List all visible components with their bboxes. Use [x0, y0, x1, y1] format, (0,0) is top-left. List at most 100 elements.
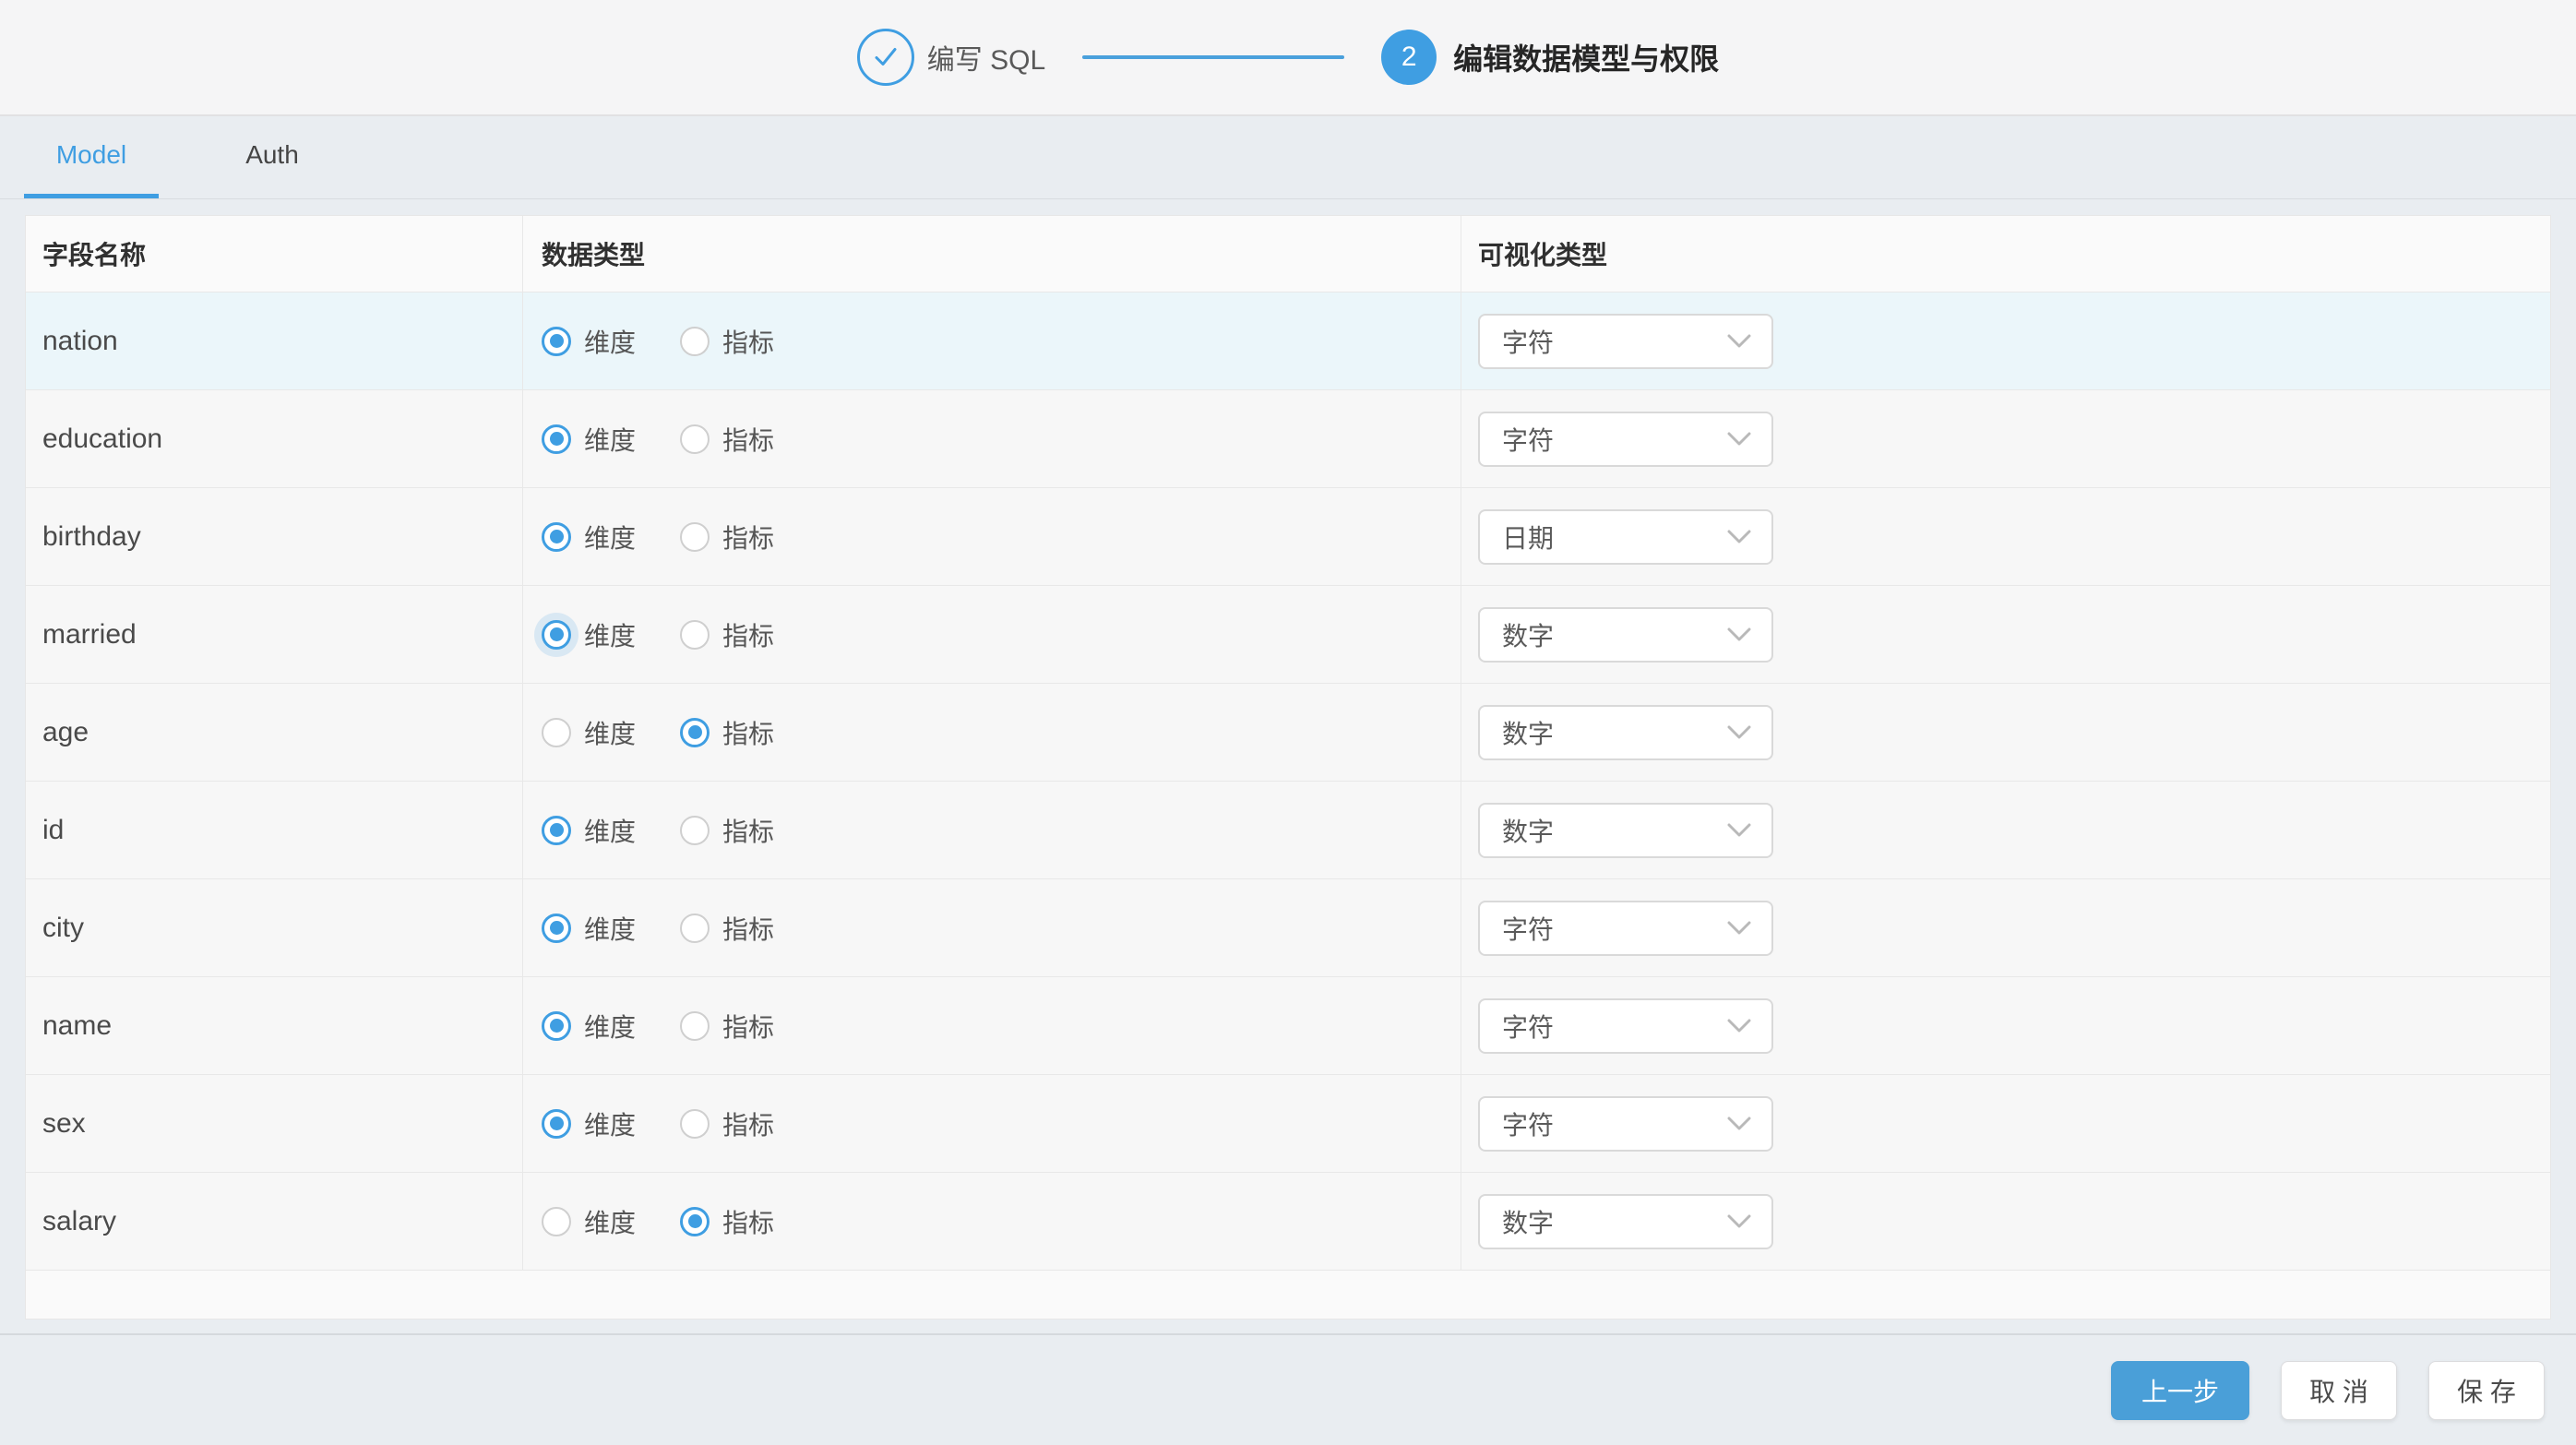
metric-radio-label: 指标	[722, 519, 774, 555]
dimension-radio-label: 维度	[584, 1105, 636, 1142]
field-name: birthday	[42, 521, 141, 553]
metric-radio-option[interactable]: 指标	[680, 519, 774, 555]
step-1-circle	[857, 29, 914, 86]
tab-auth[interactable]: Auth	[205, 116, 340, 198]
field-name-cell: city	[26, 879, 523, 976]
metric-radio-option[interactable]: 指标	[680, 1105, 774, 1142]
metric-radio-label: 指标	[722, 714, 774, 751]
viz-type-select[interactable]: 日期	[1478, 509, 1773, 565]
metric-radio-option[interactable]: 指标	[680, 714, 774, 751]
table-row: education 维度 指标 字符	[26, 390, 2550, 488]
step-header: 编写 SQL 2 编辑数据模型与权限	[0, 0, 2576, 116]
chevron-down-icon	[1727, 1214, 1751, 1228]
metric-radio[interactable]	[680, 522, 710, 552]
cancel-button[interactable]: 取 消	[2281, 1361, 2397, 1420]
dimension-radio-option[interactable]: 维度	[542, 421, 636, 458]
table-row: age 维度 指标 数字	[26, 684, 2550, 782]
metric-radio[interactable]	[680, 914, 710, 943]
metric-radio[interactable]	[680, 424, 710, 454]
viz-type-select[interactable]: 数字	[1478, 1194, 1773, 1249]
field-name: age	[42, 717, 89, 748]
metric-radio-option[interactable]: 指标	[680, 1008, 774, 1045]
dimension-radio[interactable]	[542, 718, 571, 747]
field-name-cell: sex	[26, 1075, 523, 1172]
metric-radio[interactable]	[680, 1109, 710, 1139]
step-2-current: 2 编辑数据模型与权限	[1381, 30, 1719, 85]
dimension-radio-option[interactable]: 维度	[542, 812, 636, 849]
chevron-down-icon	[1727, 432, 1751, 446]
viz-type-cell: 数字	[1461, 586, 2550, 683]
metric-radio-label: 指标	[722, 323, 774, 360]
metric-radio[interactable]	[680, 620, 710, 650]
dimension-radio-label: 维度	[584, 323, 636, 360]
metric-radio[interactable]	[680, 718, 710, 747]
data-type-cell: 维度 指标	[523, 293, 1461, 389]
metric-radio[interactable]	[680, 327, 710, 356]
data-type-cell: 维度 指标	[523, 1173, 1461, 1270]
metric-radio-option[interactable]: 指标	[680, 421, 774, 458]
dimension-radio[interactable]	[542, 1011, 571, 1041]
viz-type-select[interactable]: 字符	[1478, 314, 1773, 369]
viz-type-cell: 字符	[1461, 1075, 2550, 1172]
dimension-radio[interactable]	[542, 522, 571, 552]
metric-radio-label: 指标	[722, 421, 774, 458]
viz-type-select[interactable]: 字符	[1478, 412, 1773, 467]
dimension-radio-option[interactable]: 维度	[542, 910, 636, 947]
dimension-radio[interactable]	[542, 620, 571, 650]
table-row: sex 维度 指标 字符	[26, 1075, 2550, 1173]
viz-type-select-value: 字符	[1502, 421, 1554, 458]
metric-radio[interactable]	[680, 816, 710, 845]
data-type-cell: 维度 指标	[523, 879, 1461, 976]
data-type-cell: 维度 指标	[523, 1075, 1461, 1172]
viz-type-select-value: 字符	[1502, 910, 1554, 947]
previous-step-button[interactable]: 上一步	[2111, 1361, 2249, 1420]
dimension-radio-option[interactable]: 维度	[542, 1008, 636, 1045]
viz-type-select[interactable]: 字符	[1478, 998, 1773, 1054]
header-data-type-label: 数据类型	[542, 235, 645, 272]
viz-type-select[interactable]: 字符	[1478, 1096, 1773, 1152]
field-name: name	[42, 1010, 112, 1042]
metric-radio-option[interactable]: 指标	[680, 1203, 774, 1240]
metric-radio-option[interactable]: 指标	[680, 812, 774, 849]
dimension-radio[interactable]	[542, 914, 571, 943]
viz-type-cell: 字符	[1461, 879, 2550, 976]
tab-model[interactable]: Model	[24, 116, 159, 198]
viz-type-select[interactable]: 字符	[1478, 901, 1773, 956]
check-icon	[872, 46, 900, 68]
viz-type-select[interactable]: 数字	[1478, 705, 1773, 760]
field-name-cell: salary	[26, 1173, 523, 1270]
data-type-cell: 维度 指标	[523, 782, 1461, 878]
dimension-radio-option[interactable]: 维度	[542, 323, 636, 360]
metric-radio-option[interactable]: 指标	[680, 910, 774, 947]
metric-radio-option[interactable]: 指标	[680, 323, 774, 360]
metric-radio[interactable]	[680, 1207, 710, 1236]
dimension-radio-option[interactable]: 维度	[542, 519, 636, 555]
metric-radio[interactable]	[680, 1011, 710, 1041]
dimension-radio-option[interactable]: 维度	[542, 1203, 636, 1240]
dimension-radio-option[interactable]: 维度	[542, 616, 636, 653]
viz-type-select-value: 数字	[1502, 812, 1554, 849]
dimension-radio-option[interactable]: 维度	[542, 714, 636, 751]
table-header-row: 字段名称 数据类型 可视化类型	[26, 216, 2550, 293]
dimension-radio[interactable]	[542, 816, 571, 845]
dimension-radio[interactable]	[542, 424, 571, 454]
dimension-radio-label: 维度	[584, 519, 636, 555]
dimension-radio-option[interactable]: 维度	[542, 1105, 636, 1142]
header-field-name-label: 字段名称	[42, 235, 146, 272]
chevron-down-icon	[1727, 1019, 1751, 1033]
viz-type-select[interactable]: 数字	[1478, 803, 1773, 858]
chevron-down-icon	[1727, 1117, 1751, 1130]
viz-type-cell: 字符	[1461, 977, 2550, 1074]
viz-type-cell: 数字	[1461, 1173, 2550, 1270]
footer-action-bar: 上一步 取 消 保 存	[0, 1333, 2576, 1445]
steps-indicator: 编写 SQL 2 编辑数据模型与权限	[857, 29, 1719, 86]
dimension-radio[interactable]	[542, 327, 571, 356]
save-button[interactable]: 保 存	[2428, 1361, 2545, 1420]
dimension-radio[interactable]	[542, 1207, 571, 1236]
chevron-down-icon	[1727, 627, 1751, 641]
metric-radio-option[interactable]: 指标	[680, 616, 774, 653]
dimension-radio[interactable]	[542, 1109, 571, 1139]
viz-type-select-value: 字符	[1502, 1105, 1554, 1142]
dimension-radio-label: 维度	[584, 421, 636, 458]
viz-type-select[interactable]: 数字	[1478, 607, 1773, 663]
